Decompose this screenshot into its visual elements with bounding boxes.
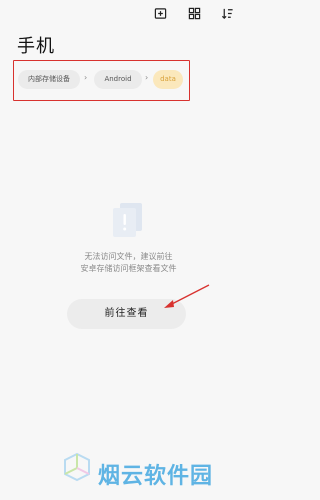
- grid-view-icon[interactable]: [185, 4, 203, 22]
- top-toolbar: [0, 4, 251, 22]
- add-folder-icon[interactable]: [151, 4, 169, 22]
- page-title: 手机: [17, 36, 55, 57]
- document-warning-icon: [113, 203, 142, 237]
- breadcrumb-item-internal-storage[interactable]: 内部存储设备: [18, 70, 80, 89]
- chevron-right-icon: ›: [84, 73, 88, 82]
- annotation-arrow-icon: [164, 284, 210, 308]
- sort-icon[interactable]: [218, 4, 236, 22]
- empty-state-message-line2: 安卓存储访问框架查看文件: [80, 264, 177, 273]
- chevron-right-icon: ›: [145, 73, 149, 82]
- watermark-text: 烟云软件园: [98, 464, 214, 489]
- breadcrumb-item-android[interactable]: Android: [94, 70, 142, 89]
- breadcrumb: 内部存储设备 › Android › data: [13, 60, 190, 101]
- empty-state-message-line1: 无法访问文件，建议前往: [84, 252, 173, 261]
- breadcrumb-item-data[interactable]: data: [153, 70, 183, 89]
